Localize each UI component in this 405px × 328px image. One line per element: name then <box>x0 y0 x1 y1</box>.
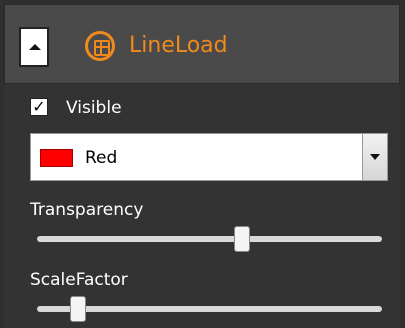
chevron-down-icon <box>370 154 380 160</box>
triangle-up-icon <box>29 44 41 50</box>
collapse-button[interactable] <box>19 27 49 67</box>
color-select-dropdown-button[interactable] <box>362 134 387 180</box>
visible-label: Visible <box>66 98 122 118</box>
color-select-value: Red <box>85 148 118 168</box>
transparency-slider[interactable] <box>37 226 382 252</box>
panel-header: LineLoad <box>4 4 400 84</box>
scalefactor-slider[interactable] <box>37 296 382 322</box>
grid-circle-icon <box>85 31 115 61</box>
visible-checkbox[interactable]: ✓ <box>30 98 48 116</box>
color-select[interactable]: Red <box>30 133 388 181</box>
scalefactor-slider-thumb[interactable] <box>70 296 86 322</box>
color-swatch <box>40 149 73 167</box>
layer-title: LineLoad <box>129 33 228 58</box>
transparency-slider-thumb[interactable] <box>234 226 250 252</box>
transparency-label: Transparency <box>30 200 144 220</box>
grid-icon <box>94 40 110 56</box>
layer-properties-panel: LineLoad ✓ Visible Red Transparency Scal… <box>0 0 405 328</box>
scalefactor-label: ScaleFactor <box>30 270 128 290</box>
